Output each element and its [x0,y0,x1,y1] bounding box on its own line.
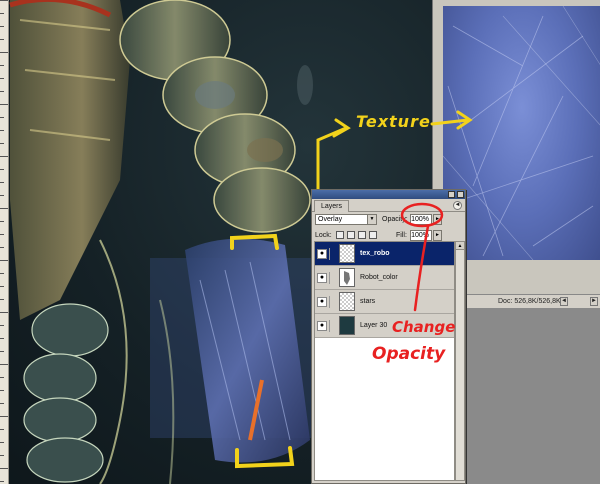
opacity-annotation: Opacity [372,344,446,364]
change-annotation: Change [392,318,456,336]
opacity-pointer [413,224,430,312]
texture-annotation: Texture [356,112,431,131]
annotation-overlay [400,110,473,312]
opacity-circle [400,202,444,228]
